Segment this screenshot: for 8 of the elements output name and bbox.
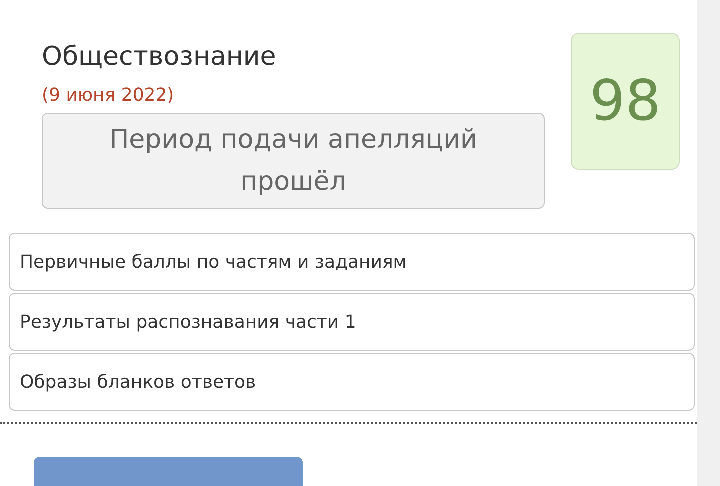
exam-date: (9 июня 2022) (42, 85, 174, 107)
action-button[interactable] (34, 457, 303, 486)
details-item[interactable]: Результаты распознавания части 1 (9, 293, 695, 351)
subject-title: Обществознание (42, 41, 276, 74)
details-item[interactable]: Образы бланков ответов (9, 353, 695, 411)
score-badge: 98 (571, 33, 680, 170)
appeal-status-banner: Период подачи апелляций прошёл (42, 113, 545, 209)
details-item[interactable]: Первичные баллы по частям и заданиям (9, 233, 695, 291)
